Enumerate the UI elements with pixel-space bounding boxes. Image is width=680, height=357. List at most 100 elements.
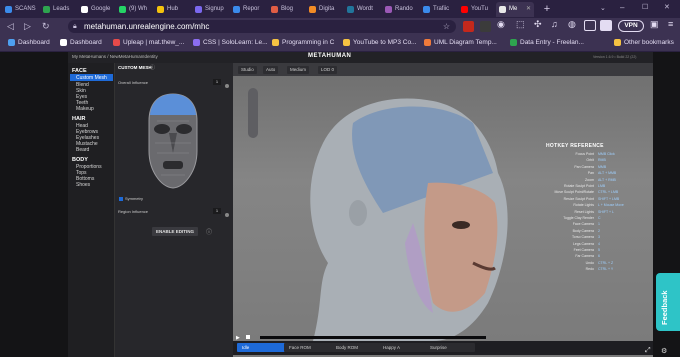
bookmark-item[interactable]: CSS | SoloLearn: Le... [193,35,268,51]
anim-happy-button[interactable]: Happy A [378,343,428,352]
tab-search-icon[interactable]: ⌄ [600,4,606,12]
lock-icon: 🔒︎ [73,23,77,30]
nav-item-shoes[interactable]: Shoes [76,182,90,188]
bookmark-star-icon[interactable]: ☆ [443,20,450,33]
tab-favicon-icon [233,6,240,13]
leo-icon[interactable] [600,20,612,31]
anim-surprise-button[interactable]: Surprise [425,343,475,352]
anim-idle-button[interactable]: Idle [237,343,287,352]
maximize-icon[interactable]: ☐ [642,3,648,11]
close-tab-icon[interactable]: ✕ [526,2,531,17]
browser-tab[interactable]: Hub [154,2,190,17]
region-influence-value[interactable]: 1 [213,208,221,214]
anim-body-rom-button[interactable]: Body ROM [331,343,381,352]
browser-tab[interactable]: Google [78,2,114,17]
browser-tab[interactable]: SCANS [2,2,38,17]
address-bar[interactable]: 🔒︎ metahuman.unrealengine.com/mhc ☆ [68,20,456,33]
tab-label: Blog [281,6,294,12]
rendered-ear [349,200,367,226]
help-icon[interactable]: ⓘ [206,227,212,236]
anim-face-rom-button[interactable]: Face ROM [284,343,334,352]
reload-icon[interactable]: ↻ [42,18,50,35]
settings-icon[interactable]: ⚙ [661,347,667,355]
anim-label: Surprise [430,345,447,350]
bookmark-favicon-icon [510,39,517,46]
bookmark-label: Data Entry - Freelan... [520,39,584,46]
symmetry-checkbox[interactable] [119,197,123,201]
browser-tab[interactable]: Leads [40,2,76,17]
browser-tab[interactable]: Rando [382,2,418,17]
lod-label: LOD 0 [321,67,335,72]
browser-tab[interactable]: Repor [230,2,266,17]
feedback-button[interactable]: Feedback [656,273,680,331]
folder-icon [614,39,621,46]
nav-item-beard[interactable]: Beard [76,147,89,153]
folder-icon [343,39,350,46]
mask-right-eye[interactable] [176,124,192,134]
tab-favicon-icon [5,6,12,13]
hotkey-binding: CTRL + Y [598,267,614,272]
bookmark-label: Dashboard [70,39,102,46]
browser-tab[interactable]: YouTu [458,2,494,17]
browser-tab[interactable]: Trafiic [420,2,456,17]
bookmark-item[interactable]: YouTube to MP3 Co... [343,35,416,51]
wallet-icon[interactable] [584,20,596,31]
hotkey-binding: C [598,216,601,220]
face-region-mask[interactable] [143,91,203,191]
browser-tab[interactable]: Signup [192,2,228,17]
bookmark-item[interactable]: Upleap | mat.thew_... [113,35,184,51]
browser-tab[interactable]: Blog [268,2,304,17]
enable-editing-button[interactable]: ENABLE EDITING [152,227,198,236]
nav-item-custom-mesh[interactable]: Custom Mesh [76,75,107,81]
back-icon[interactable]: ◁ [7,18,14,35]
profile-icon[interactable]: ◍ [568,19,576,30]
hotkey-binding: ALT + MMB [598,171,617,176]
bookmark-item[interactable]: Data Entry - Freelan... [510,35,584,51]
menu-icon[interactable]: ≡ [668,19,673,29]
browser-tab-active[interactable]: Me ✕ [496,2,534,17]
help-icon[interactable]: ⓘ [150,64,155,71]
hotkey-reference: HOTKEY REFERENCE Focus Point MMB Click Orb… [540,143,652,275]
tab-label: Signup [205,6,224,12]
extension-icon[interactable] [463,21,474,32]
studio-label: Studio [241,67,254,72]
minimize-icon[interactable]: – [620,3,624,12]
mask-mouth[interactable] [163,161,183,169]
wallet-extension-icon[interactable]: ▣ [650,19,659,30]
bookmark-item[interactable]: Programming in C [272,35,334,51]
other-bookmarks[interactable]: Other bookmarks [614,35,674,51]
new-tab-button[interactable]: + [540,2,554,16]
nav-item-makeup[interactable]: Makeup [76,106,94,112]
stop-icon[interactable] [246,335,250,339]
media-icon[interactable]: ♫ [551,19,558,29]
forward-icon[interactable]: ▷ [24,18,31,35]
close-window-icon[interactable]: ✕ [664,3,670,11]
anim-label: Body ROM [336,345,359,350]
bookmark-item[interactable]: Dashboard [60,35,102,51]
vpn-button[interactable]: VPN [618,20,644,32]
browser-tab[interactable]: Wordt [344,2,380,17]
fullscreen-icon[interactable]: ⤢ [645,347,651,355]
medium-quality-button[interactable]: Medium [287,66,310,74]
breadcrumb[interactable]: My MetaHumans / NewMetaHumanIdentity [72,54,158,59]
play-icon[interactable]: ▶ [236,335,240,341]
mask-left-eye[interactable] [154,124,170,134]
overall-influence-slider-handle[interactable] [225,84,229,88]
region-influence-slider-handle[interactable] [225,213,229,217]
browser-tab[interactable]: Digita [306,2,342,17]
extensions-puzzle-icon[interactable]: ✣ [534,19,542,30]
lod-button[interactable]: LOD 0 [318,66,338,74]
extension-icon[interactable] [480,21,491,32]
screenshot-icon[interactable]: ⬚ [516,19,525,30]
bookmark-item[interactable]: UML Diagram Temp... [424,35,497,51]
timeline-track[interactable] [260,336,486,339]
hotkey-action: Pan Camera [574,164,594,169]
browser-tab[interactable]: (9) Wh [116,2,152,17]
bookmark-item[interactable]: Dashboard [8,35,50,51]
overall-influence-value[interactable]: 1 [213,79,221,85]
hotkey-action: Rotate Lights [573,203,594,208]
auto-camera-button[interactable]: Auto [263,66,279,74]
studio-lighting-button[interactable]: Studio [238,66,257,74]
whatsapp-extension-icon[interactable]: ◉ [497,19,505,30]
mask-forehead-region[interactable] [150,94,196,115]
